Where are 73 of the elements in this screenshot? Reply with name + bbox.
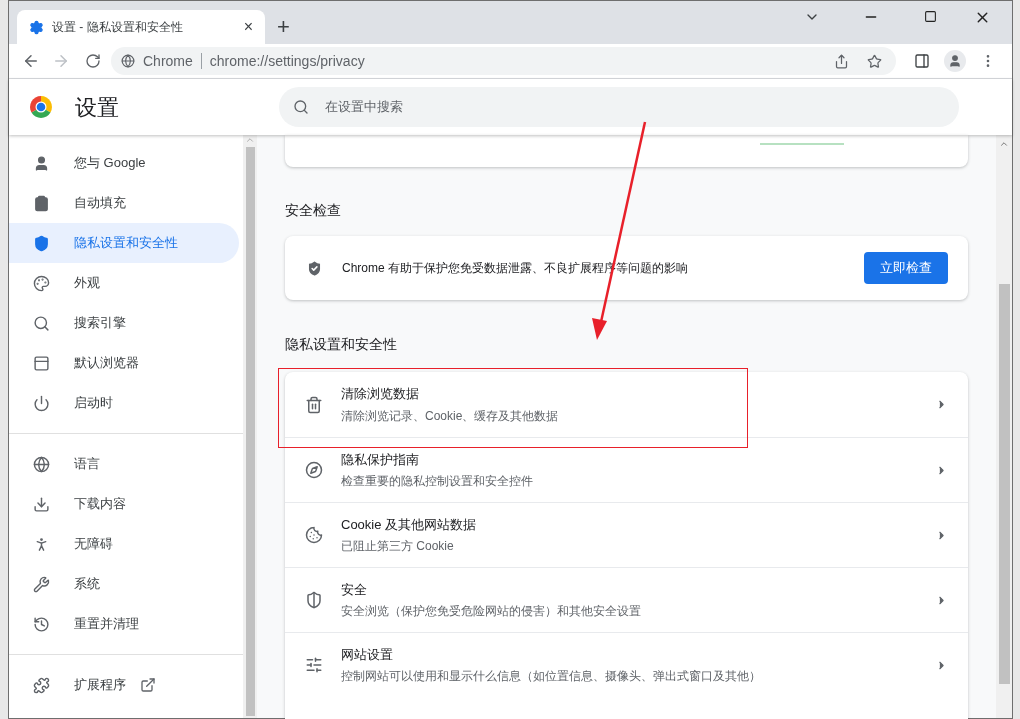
reload-icon[interactable] <box>85 53 101 69</box>
sidebar-item[interactable]: 系统 <box>9 564 239 604</box>
cookie-icon <box>305 526 323 544</box>
close-tab-button[interactable]: × <box>243 19 253 35</box>
download-icon <box>33 495 50 513</box>
check-now-button[interactable]: 立即检查 <box>864 252 948 284</box>
sidebar-item[interactable]: 扩展程序 <box>9 665 239 705</box>
share-icon[interactable] <box>834 53 849 69</box>
search-input[interactable]: 在设置中搜索 <box>325 97 945 117</box>
settings-row[interactable]: 网站设置 控制网站可以使用和显示什么信息（如位置信息、摄像头、弹出式窗口及其他） <box>285 632 968 697</box>
row-subtitle: 控制网站可以使用和显示什么信息（如位置信息、摄像头、弹出式窗口及其他） <box>341 668 762 686</box>
sidebar-item[interactable]: 下载内容 <box>9 484 239 524</box>
row-subtitle: 清除浏览记录、Cookie、缓存及其他数据 <box>341 407 560 425</box>
new-tab-button[interactable]: + <box>277 16 290 38</box>
browser-window-icon <box>33 354 50 372</box>
history-icon <box>33 615 50 633</box>
external-link-icon <box>140 677 156 693</box>
shield-icon <box>305 591 323 609</box>
url-text: chrome://settings/privacy <box>209 51 366 71</box>
trash-icon <box>305 395 323 414</box>
puzzle-icon <box>33 676 50 694</box>
sidebar-item[interactable]: 语言 <box>9 444 239 484</box>
row-title: 安全 <box>341 580 368 599</box>
page-title: 设置 <box>75 93 119 122</box>
row-subtitle: 已阻止第三方 Cookie <box>341 538 455 556</box>
row-title: 网站设置 <box>341 645 394 664</box>
search-field[interactable]: 在设置中搜索 <box>279 87 959 127</box>
row-title: 隐私保护指南 <box>341 450 420 469</box>
row-subtitle: 检查重要的隐私控制设置和安全控件 <box>341 473 534 491</box>
row-title: 清除浏览数据 <box>341 385 420 404</box>
globe-icon <box>33 455 50 473</box>
scroll-up-icon[interactable] <box>999 139 1009 149</box>
side-panel-icon[interactable] <box>914 53 930 69</box>
section-heading: 安全检查 <box>285 201 342 220</box>
sliders-icon <box>305 656 323 674</box>
settings-row[interactable]: Cookie 及其他网站数据 已阻止第三方 Cookie <box>285 502 968 567</box>
address-bar[interactable]: Chrome chrome://settings/privacy <box>111 47 896 75</box>
sidebar-item[interactable]: 重置并清理 <box>9 604 239 644</box>
scrollbar[interactable] <box>996 135 1012 718</box>
sidebar-item[interactable]: 无障碍 <box>9 524 239 564</box>
palette-icon <box>33 274 50 292</box>
tab-title: 设置 - 隐私设置和安全性 <box>52 19 184 36</box>
browser-tab[interactable]: 设置 - 隐私设置和安全性 × <box>17 10 265 44</box>
search-icon <box>293 99 309 115</box>
sidebar-item[interactable]: 外观 <box>9 263 239 303</box>
row-title: Cookie 及其他网站数据 <box>341 515 478 534</box>
clipboard-icon <box>33 194 50 212</box>
gear-icon <box>29 19 44 35</box>
sidebar-item[interactable]: 您与 Google <box>9 143 239 183</box>
sidebar-item[interactable]: 默认浏览器 <box>9 343 239 383</box>
star-icon[interactable] <box>867 53 882 69</box>
person-icon <box>33 154 50 172</box>
wrench-icon <box>33 575 50 593</box>
sidebar-item[interactable]: 启动时 <box>9 383 239 423</box>
compass-icon <box>305 461 323 479</box>
profile-avatar[interactable] <box>944 50 966 72</box>
search-icon <box>33 314 50 332</box>
sidebar-item[interactable]: 搜索引擎 <box>9 303 239 343</box>
back-icon[interactable] <box>22 52 40 70</box>
shield-icon <box>33 234 50 252</box>
sidebar-item[interactable]: 隐私设置和安全性 <box>9 223 239 263</box>
settings-row[interactable]: 安全 安全浏览（保护您免受危险网站的侵害）和其他安全设置 <box>285 567 968 632</box>
site-info-icon[interactable] <box>121 54 135 68</box>
sidebar-item[interactable]: 自动填充 <box>9 183 239 223</box>
power-icon <box>33 394 50 412</box>
settings-row[interactable]: 清除浏览数据 清除浏览记录、Cookie、缓存及其他数据 <box>285 372 968 437</box>
settings-row[interactable]: 隐私保护指南 检查重要的隐私控制设置和安全控件 <box>285 437 968 502</box>
chrome-logo-icon <box>29 95 53 119</box>
scrollbar[interactable] <box>243 135 257 718</box>
section-heading: 隐私设置和安全性 <box>285 335 398 354</box>
site-label: Chrome <box>143 51 193 71</box>
row-subtitle: 安全浏览（保护您免受危险网站的侵害）和其他安全设置 <box>341 603 642 621</box>
maximize-icon[interactable] <box>924 10 937 23</box>
